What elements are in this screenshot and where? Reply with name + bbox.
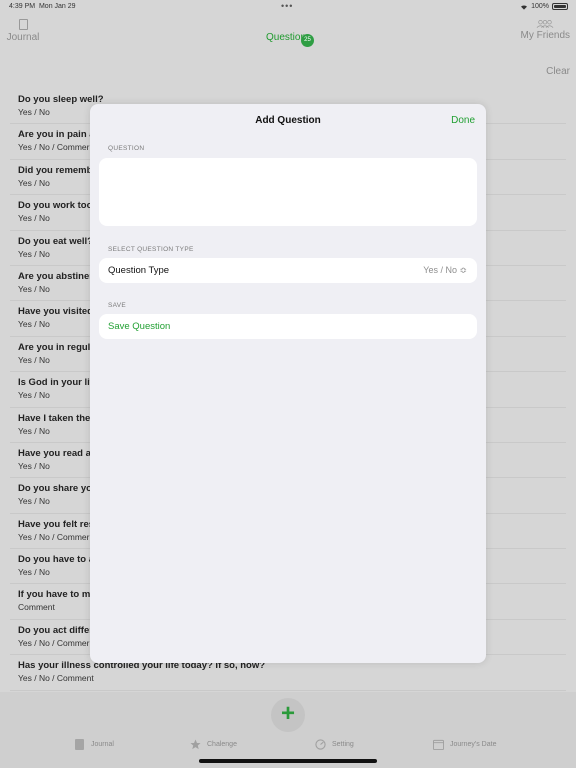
- save-question-button[interactable]: Save Question: [99, 314, 477, 339]
- question-type-label: Question Type: [108, 265, 170, 276]
- add-question-button[interactable]: +: [271, 698, 305, 732]
- top-nav: Journal Questions 25 My Friends Clear: [0, 14, 576, 77]
- home-indicator: [199, 759, 377, 763]
- status-bar: 4:39 PM Mon Jan 29 ••• 100%: [0, 0, 576, 14]
- nav-my-friends-label: My Friends: [520, 30, 570, 41]
- nav-journal[interactable]: Journal: [6, 19, 40, 43]
- status-time: 4:39 PM Mon Jan 29: [9, 3, 76, 10]
- wifi-icon: [521, 4, 528, 10]
- tab-journeys-date-label: Journey's Date: [450, 741, 497, 748]
- question-type-picker[interactable]: Question Type Yes / No ≎: [99, 258, 477, 283]
- tab-journal-label: Journal: [91, 741, 114, 748]
- tab-challenge-label: Chalenge: [207, 741, 237, 748]
- battery-icon: [552, 3, 568, 10]
- nav-journal-label: Journal: [6, 32, 40, 43]
- calendar-icon: [433, 739, 444, 750]
- done-button[interactable]: Done: [451, 115, 475, 126]
- friends-icon: [536, 20, 554, 28]
- journal-icon: [75, 739, 84, 750]
- journal-icon: [18, 19, 28, 30]
- questions-count-badge: 25: [301, 34, 314, 47]
- question-text-field[interactable]: [99, 158, 477, 226]
- modal-title: Add Question: [255, 115, 321, 126]
- gauge-icon: [315, 739, 326, 750]
- plus-icon: +: [280, 700, 295, 727]
- multitask-dots[interactable]: •••: [281, 1, 293, 11]
- tab-journal[interactable]: Journal: [74, 738, 114, 751]
- status-right: 100%: [520, 3, 568, 10]
- clear-button[interactable]: Clear: [546, 66, 570, 77]
- question-type-section-label: SELECT QUESTION TYPE: [108, 246, 194, 253]
- star-icon: [190, 739, 201, 750]
- tab-challenge[interactable]: Chalenge: [190, 738, 237, 751]
- tab-setting-label: Setting: [332, 741, 354, 748]
- answer-type: Yes / No / Comment: [18, 673, 94, 684]
- nav-my-friends[interactable]: My Friends: [521, 19, 570, 41]
- add-question-modal: Add Question Done QUESTION SELECT QUESTI…: [90, 104, 486, 663]
- save-section-label: SAVE: [108, 302, 127, 309]
- save-question-label: Save Question: [108, 321, 171, 332]
- question-section-label: QUESTION: [108, 145, 145, 152]
- battery-percent: 100%: [531, 3, 549, 10]
- question-type-value: Yes / No ≎: [423, 265, 467, 275]
- tab-setting[interactable]: Setting: [315, 738, 354, 751]
- tab-journeys-date[interactable]: Journey's Date: [433, 738, 496, 751]
